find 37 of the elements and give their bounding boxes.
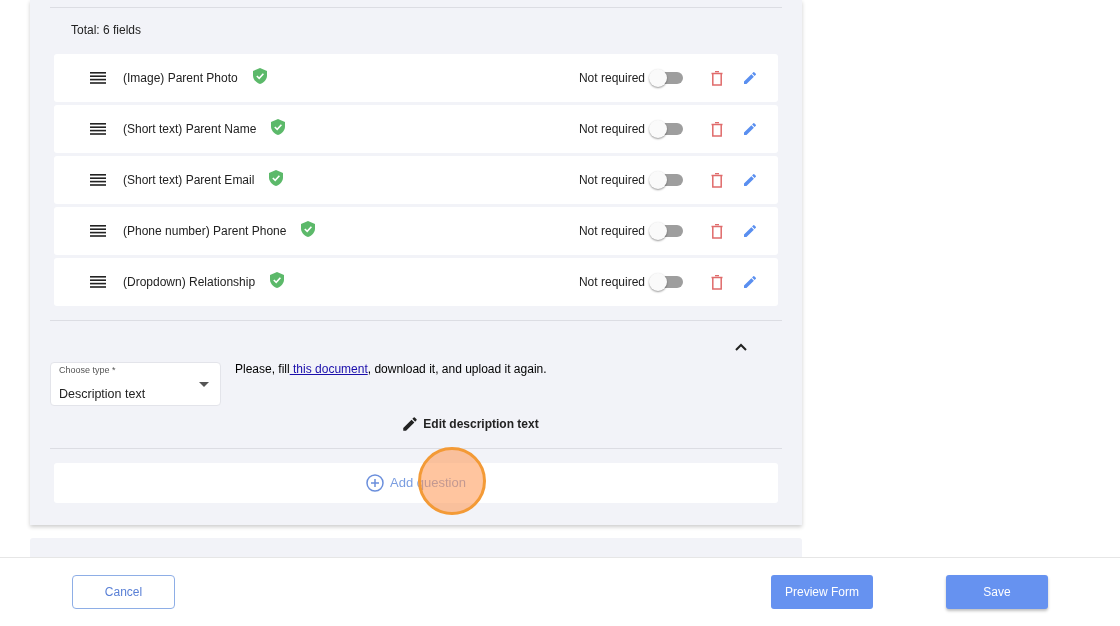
delete-icon[interactable] <box>711 274 723 290</box>
field-label: (Phone number) Parent Phone <box>123 223 287 240</box>
field-label: (Dropdown) Relationship <box>123 274 256 291</box>
pencil-icon <box>401 415 420 433</box>
description-text: Please, fill this document, download it, and upload it again. <box>235 361 547 376</box>
preview-form-button[interactable]: Preview Form <box>771 575 873 609</box>
save-button[interactable]: Save <box>946 575 1048 609</box>
dropdown-caret-icon <box>199 382 209 387</box>
delete-icon[interactable] <box>711 223 723 239</box>
collapse-chevron-icon[interactable] <box>735 343 747 351</box>
document-link[interactable]: this document <box>289 362 368 376</box>
edit-pencil-icon[interactable] <box>742 223 758 239</box>
field-count: Total: 6 fields <box>70 22 143 39</box>
drag-handle-icon[interactable] <box>90 123 106 135</box>
required-label: Not required <box>578 223 645 240</box>
drag-handle-icon[interactable] <box>90 174 106 186</box>
edit-pencil-icon[interactable] <box>742 121 758 137</box>
delete-icon[interactable] <box>711 121 723 137</box>
drag-handle-icon[interactable] <box>90 276 106 288</box>
field-label: (Short text) Parent Email <box>123 172 255 189</box>
field-label: (Short text) Parent Name <box>123 121 257 138</box>
type-select[interactable]: Choose type * Description text <box>50 362 221 406</box>
field-label: (Image) Parent Photo <box>123 70 238 87</box>
required-label: Not required <box>578 172 645 189</box>
required-label: Not required <box>578 274 645 291</box>
plus-circle-icon <box>366 474 385 492</box>
cancel-button[interactable]: Cancel <box>72 575 175 609</box>
drag-handle-icon[interactable] <box>90 72 106 84</box>
delete-icon[interactable] <box>711 172 723 188</box>
edit-pencil-icon[interactable] <box>742 70 758 86</box>
delete-icon[interactable] <box>711 70 723 86</box>
edit-description-button[interactable]: Edit description text <box>401 415 539 433</box>
required-label: Not required <box>578 121 645 138</box>
edit-pencil-icon[interactable] <box>742 274 758 290</box>
edit-pencil-icon[interactable] <box>742 172 758 188</box>
required-label: Not required <box>578 70 645 87</box>
drag-handle-icon[interactable] <box>90 225 106 237</box>
